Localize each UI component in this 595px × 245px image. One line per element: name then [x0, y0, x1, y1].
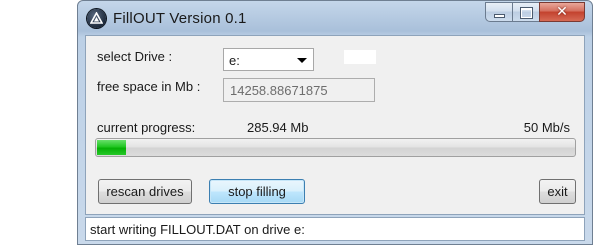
drive-select-value: e:	[229, 53, 240, 68]
progress-bar	[95, 138, 576, 157]
close-button[interactable]: ✕	[539, 2, 585, 22]
status-bar: start writing FILLOUT.DAT on drive e:	[85, 217, 585, 241]
free-space-label: free space in Mb :	[97, 79, 201, 94]
title-bar[interactable]: FillOUT Version 0.1 ✕	[78, 1, 592, 35]
written-amount: 285.94 Mb	[247, 120, 309, 135]
minimize-icon	[495, 15, 504, 17]
rescan-drives-button[interactable]: rescan drives	[98, 179, 192, 204]
close-icon: ✕	[556, 4, 568, 20]
status-message: start writing FILLOUT.DAT on drive e:	[90, 222, 305, 237]
chevron-down-icon	[297, 58, 307, 63]
app-logo-icon	[87, 9, 106, 28]
select-drive-label: select Drive :	[97, 49, 173, 64]
window-title: FillOUT Version 0.1	[113, 10, 247, 27]
minimize-button[interactable]	[485, 2, 512, 22]
maximize-icon	[521, 8, 532, 18]
free-space-field[interactable]: 14258.88671875	[223, 78, 375, 102]
blank-indicator-box	[344, 50, 376, 64]
stop-filling-button[interactable]: stop filling	[209, 179, 305, 204]
exit-button[interactable]: exit	[539, 179, 576, 204]
drive-select[interactable]: e:	[223, 48, 314, 71]
app-window: FillOUT Version 0.1 ✕ select Drive : e: …	[77, 0, 593, 245]
form-panel: select Drive : e: free space in Mb : 142…	[85, 35, 585, 215]
maximize-button[interactable]	[512, 2, 539, 22]
window-controls: ✕	[485, 2, 585, 22]
write-speed: 50 Mb/s	[523, 120, 570, 135]
free-space-value: 14258.88671875	[230, 83, 328, 98]
progress-bar-fill	[97, 140, 126, 155]
current-progress-label: current progress:	[97, 120, 196, 135]
